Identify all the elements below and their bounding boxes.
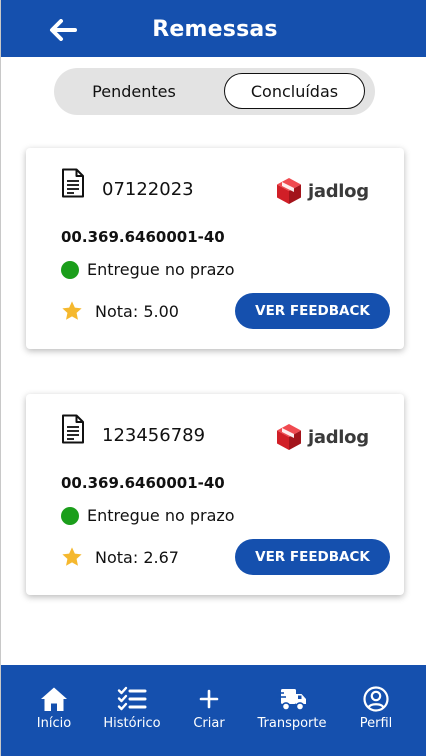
carrier-name: jadlog <box>308 180 369 202</box>
nav-label: Início <box>36 716 72 731</box>
jadlog-cube-icon <box>277 178 301 204</box>
back-button[interactable] <box>45 15 81 45</box>
delivery-status: Entregue no prazo <box>61 260 235 279</box>
checklist-icon <box>117 686 147 711</box>
nav-label: Criar <box>193 716 225 731</box>
star-icon <box>62 301 82 320</box>
order-id: 07122023 <box>102 179 194 200</box>
status-label: Entregue no prazo <box>87 260 235 279</box>
carrier-logo: jadlog <box>276 423 369 451</box>
view-feedback-button[interactable]: VER FEEDBACK <box>235 539 390 575</box>
carrier-name: jadlog <box>308 426 369 448</box>
status-segmented-control: Pendentes Concluídas <box>54 68 375 115</box>
home-icon <box>41 687 67 711</box>
view-feedback-button[interactable]: VER FEEDBACK <box>235 293 390 329</box>
delivery-status: Entregue no prazo <box>61 506 235 525</box>
cnpj-text: 00.369.6460001-40 <box>61 228 225 246</box>
status-dot-icon <box>61 506 79 525</box>
page-title: Remessas <box>152 17 278 42</box>
carrier-logo: jadlog <box>276 177 369 205</box>
rating: Nota: 5.00 <box>61 300 179 322</box>
arrow-left-icon <box>50 19 77 41</box>
jadlog-cube-icon <box>277 424 301 450</box>
nav-item-criar[interactable]: Criar <box>169 685 249 735</box>
nav-item-perfil[interactable]: Perfil <box>336 685 416 735</box>
nav-label: Perfil <box>359 716 393 731</box>
app-header: Remessas <box>1 0 426 57</box>
nav-item-historico[interactable]: Histórico <box>92 685 172 735</box>
star-icon <box>62 547 82 566</box>
tab-concluidas[interactable]: Concluídas <box>224 73 365 109</box>
rating: Nota: 2.67 <box>61 546 179 568</box>
order-id: 123456789 <box>102 425 206 446</box>
rating-label: Nota: 5.00 <box>95 301 179 321</box>
nav-item-inicio[interactable]: Início <box>14 685 94 735</box>
document-icon <box>62 414 84 444</box>
status-label: Entregue no prazo <box>87 506 235 525</box>
user-icon <box>363 686 389 712</box>
plus-icon <box>199 689 219 709</box>
nav-label: Transporte <box>257 716 327 731</box>
shipment-card[interactable]: 123456789 jadlog 00.369.6460001-40 Entre… <box>26 394 404 595</box>
status-dot-icon <box>61 260 79 279</box>
nav-label: Histórico <box>103 716 161 731</box>
document-icon <box>62 168 84 198</box>
truck-icon <box>277 689 306 711</box>
cnpj-text: 00.369.6460001-40 <box>61 474 225 492</box>
bottom-navigation: Início Histórico Criar Transporte Perfil <box>1 665 426 756</box>
nav-item-transporte[interactable]: Transporte <box>252 685 332 735</box>
rating-label: Nota: 2.67 <box>95 547 179 567</box>
tab-pendentes[interactable]: Pendentes <box>60 73 208 109</box>
shipment-card[interactable]: 07122023 jadlog 00.369.6460001-40 Entreg… <box>26 148 404 349</box>
